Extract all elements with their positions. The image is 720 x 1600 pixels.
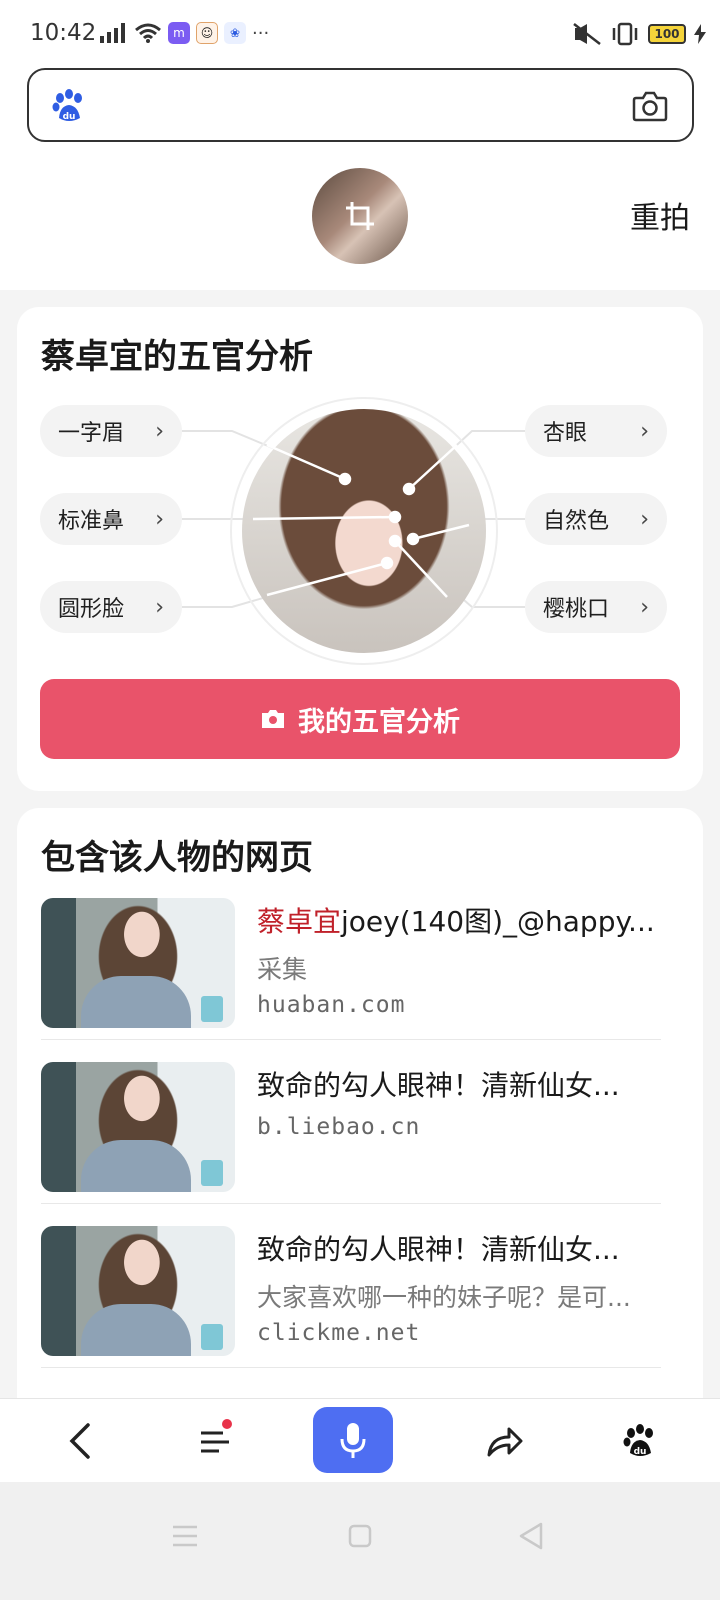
feature-eyebrow[interactable]: 一字眉 › xyxy=(40,405,182,457)
chevron-right-icon: › xyxy=(155,594,164,620)
feature-label: 一字眉 xyxy=(58,421,125,446)
app-notification-icon: ☺ xyxy=(196,22,218,44)
feature-label: 圆形脸 xyxy=(58,597,125,622)
vibrate-icon xyxy=(612,22,638,46)
result-thumbnail xyxy=(41,1062,235,1192)
camera-icon[interactable] xyxy=(632,88,668,124)
feature-label: 标准鼻 xyxy=(58,509,125,534)
mute-vibrate-icon xyxy=(573,23,601,45)
photo-thumbnail[interactable] xyxy=(312,168,408,264)
status-time: 10:42 xyxy=(30,20,97,46)
result-item[interactable]: 致命的勾人眼神！清新仙女... 大家喜欢哪一种的妹子呢？是可... clickm… xyxy=(41,1216,661,1368)
home-icon[interactable] xyxy=(348,1524,372,1548)
status-right-icons: 100 xyxy=(572,22,706,46)
notification-dot xyxy=(222,1419,232,1429)
result-source: clickme.net xyxy=(257,1320,421,1346)
chevron-right-icon: › xyxy=(640,418,649,444)
my-analysis-label: 我的五官分析 xyxy=(298,706,460,738)
feature-label: 杏眼 xyxy=(543,421,588,446)
result-desc: 采集 xyxy=(257,955,308,984)
battery-icon: 100 xyxy=(648,24,686,44)
result-thumbnail xyxy=(41,1226,235,1356)
baidu-notification-icon: ❀ xyxy=(224,22,246,44)
feature-eyes[interactable]: 杏眼 › xyxy=(525,405,667,457)
more-notifications-icon: ··· xyxy=(252,22,270,44)
result-source: huaban.com xyxy=(257,992,406,1018)
menu-icon xyxy=(201,1431,229,1453)
charging-icon xyxy=(694,24,706,44)
signal-icon xyxy=(100,23,125,43)
feature-mouth[interactable]: 樱桃口 › xyxy=(525,581,667,633)
system-nav-bar xyxy=(0,1482,720,1600)
feature-lip-color[interactable]: 自然色 › xyxy=(525,493,667,545)
crop-icon xyxy=(346,202,374,230)
bottom-toolbar: du xyxy=(0,1398,720,1482)
related-pages-title: 包含该人物的网页 xyxy=(41,838,313,878)
baidu-paw-icon: du xyxy=(52,89,82,122)
baidu-home-button[interactable]: du xyxy=(610,1399,670,1483)
back-button[interactable] xyxy=(50,1399,110,1483)
menu-button[interactable] xyxy=(180,1399,250,1483)
mic-icon xyxy=(340,1423,366,1458)
result-title: 致命的勾人眼神！清新仙女... xyxy=(257,1069,620,1102)
feature-face-shape[interactable]: 圆形脸 › xyxy=(40,581,182,633)
messenger-icon: m xyxy=(168,22,190,44)
chevron-right-icon: › xyxy=(640,506,649,532)
voice-search-button[interactable] xyxy=(313,1407,393,1473)
svg-text:du: du xyxy=(634,1447,647,1457)
chevron-right-icon: › xyxy=(640,594,649,620)
top-area: du 重拍 xyxy=(0,60,720,290)
camera-icon xyxy=(262,710,284,728)
wifi-icon xyxy=(135,23,161,43)
result-title: 致命的勾人眼神！清新仙女... xyxy=(257,1233,620,1266)
result-item[interactable]: 蔡卓宜joey(140图)_@happy... 采集 huaban.com xyxy=(41,888,661,1040)
back-icon xyxy=(69,1423,90,1459)
retake-button[interactable]: 重拍 xyxy=(630,193,690,237)
recents-icon[interactable] xyxy=(172,1524,198,1548)
share-icon xyxy=(487,1427,523,1457)
my-analysis-button[interactable]: 我的五官分析 xyxy=(40,679,680,759)
status-left-icons: m ☺ ❀ ··· xyxy=(100,22,269,44)
feature-analysis-card: 蔡卓宜的五官分析 一字眉 › 标准鼻 › 圆形脸 › 杏眼 › 自然色 › 樱桃… xyxy=(17,307,703,791)
related-pages-card: 包含该人物的网页 蔡卓宜joey(140图)_@happy... 采集 huab… xyxy=(17,808,703,1428)
result-item[interactable]: 致命的勾人眼神！清新仙女... b.liebao.cn xyxy=(41,1052,661,1204)
chevron-right-icon: › xyxy=(155,506,164,532)
search-bar[interactable]: du xyxy=(27,68,694,142)
feature-label: 自然色 xyxy=(543,509,610,534)
back-nav-icon[interactable] xyxy=(518,1522,544,1550)
result-desc: 大家喜欢哪一种的妹子呢？是可... xyxy=(257,1283,631,1312)
result-title: 蔡卓宜joey(140图)_@happy... xyxy=(257,905,655,938)
feature-nose[interactable]: 标准鼻 › xyxy=(40,493,182,545)
chevron-right-icon: › xyxy=(155,418,164,444)
share-button[interactable] xyxy=(470,1399,540,1483)
feature-label: 樱桃口 xyxy=(543,597,610,622)
baidu-paw-icon: du xyxy=(623,1424,653,1457)
result-thumbnail xyxy=(41,898,235,1028)
result-source: b.liebao.cn xyxy=(257,1114,421,1140)
svg-text:du: du xyxy=(63,112,76,122)
